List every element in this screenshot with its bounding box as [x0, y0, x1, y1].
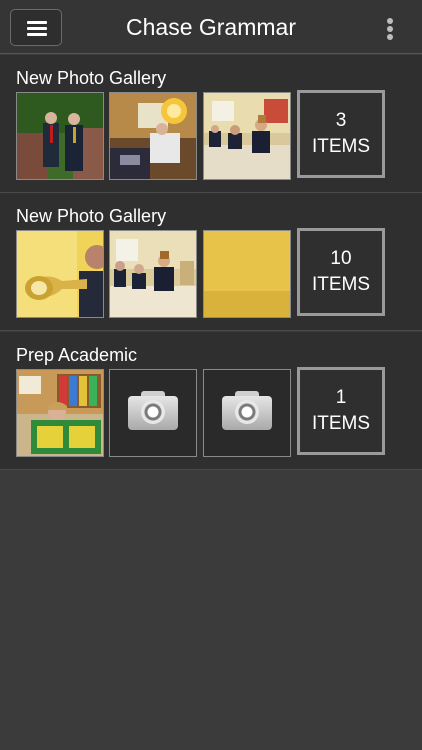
photo-image [110, 231, 196, 317]
photo-image [204, 93, 290, 179]
item-count-box[interactable]: 3 ITEMS [297, 90, 385, 178]
item-count-label: ITEMS [311, 413, 371, 434]
gallery-title: New Photo Gallery [16, 68, 167, 88]
item-count-label: ITEMS [311, 136, 371, 157]
gallery-section[interactable]: New Photo Gallery [0, 193, 422, 331]
menu-button[interactable] [10, 9, 62, 46]
item-count-box[interactable]: 10 ITEMS [297, 228, 385, 316]
gallery-title: Prep Academic [16, 345, 138, 365]
gallery-thumbnail[interactable] [203, 369, 291, 457]
gallery-title: New Photo Gallery [16, 206, 167, 226]
top-bar: Chase Grammar [0, 0, 422, 54]
camera-icon-lens [141, 400, 165, 424]
gallery-thumbnail[interactable] [203, 92, 291, 180]
item-count: 3 [335, 110, 347, 131]
item-count-box[interactable]: 1 ITEMS [297, 367, 385, 455]
item-count: 1 [335, 387, 347, 408]
photo-image [110, 93, 196, 179]
vertical-dots-icon-dot [387, 26, 393, 32]
photo-image [17, 370, 103, 456]
item-count: 10 [330, 248, 352, 269]
photo-image [204, 231, 290, 317]
camera-icon-lens [235, 400, 259, 424]
gallery-thumbnail[interactable] [203, 230, 291, 318]
more-options-button[interactable] [380, 15, 400, 43]
hamburger-menu-icon-line [27, 27, 47, 30]
vertical-dots-icon-dot [387, 34, 393, 40]
photo-image [17, 231, 103, 317]
gallery-thumbnail[interactable] [109, 92, 197, 180]
app-title: Chase Grammar [126, 14, 296, 40]
item-count-label: ITEMS [311, 274, 371, 295]
hamburger-menu-icon [27, 21, 47, 24]
gallery-thumbnail[interactable] [16, 230, 104, 318]
gallery-section[interactable]: Prep Academic 1 ITEMS [0, 332, 422, 470]
gallery-thumbnail[interactable] [16, 92, 104, 180]
gallery-thumbnail[interactable] [16, 369, 104, 457]
photo-image [17, 93, 103, 179]
hamburger-menu-icon-line [27, 33, 47, 36]
gallery-thumbnail[interactable] [109, 230, 197, 318]
gallery-thumbnail[interactable] [109, 369, 197, 457]
vertical-dots-icon [387, 18, 393, 24]
gallery-section[interactable]: New Photo Gallery [0, 55, 422, 193]
